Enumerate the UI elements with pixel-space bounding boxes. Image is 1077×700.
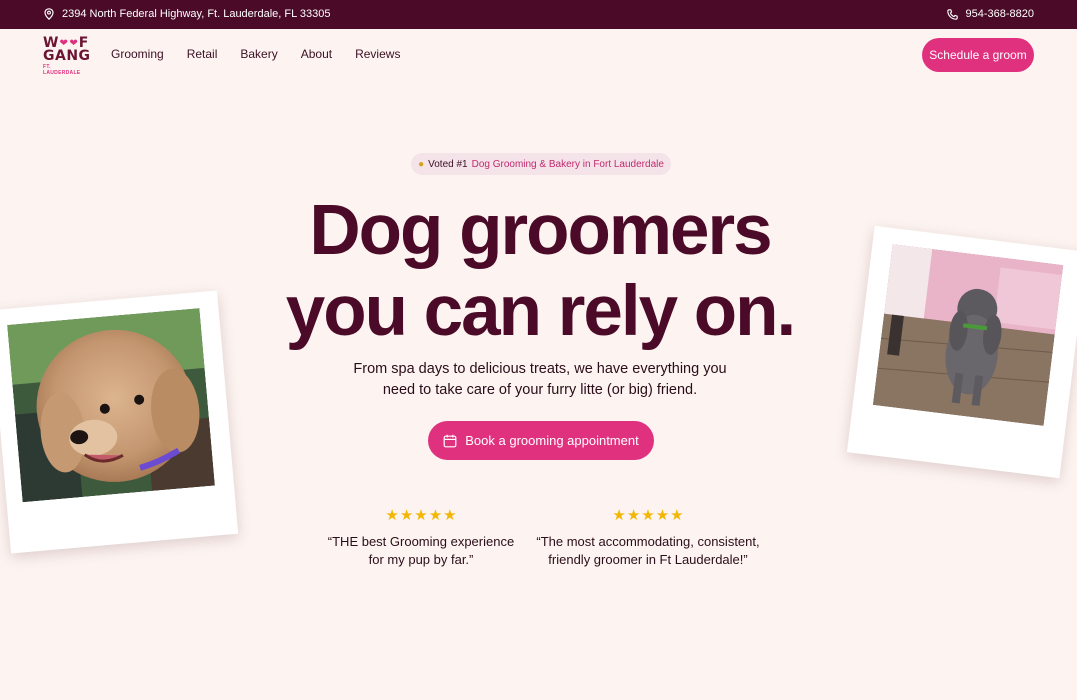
medal-icon: ● bbox=[418, 158, 425, 170]
star-rating: ★ ★ ★ ★ ★ bbox=[533, 508, 763, 524]
subtitle-line2: need to take care of your furry litte (o… bbox=[382, 382, 698, 398]
headline-line2: you can rely on. bbox=[285, 272, 797, 351]
hero-subtitle: From spa days to delicious treats, we ha… bbox=[340, 359, 740, 401]
star-rating: ★ ★ ★ ★ ★ bbox=[306, 508, 536, 524]
review-quote-line2: for my pup by far.” bbox=[368, 552, 474, 567]
subtitle-line1: From spa days to delicious treats, we ha… bbox=[353, 361, 727, 377]
top-bar: 2394 North Federal Highway, Ft. Lauderda… bbox=[0, 0, 1077, 29]
badge-place-text: Dog Grooming & Bakery in Fort Lauderdale bbox=[471, 158, 664, 170]
nav-item-grooming[interactable]: Grooming bbox=[111, 47, 164, 61]
star-icon: ★ bbox=[612, 507, 626, 524]
nav-item-bakery[interactable]: Bakery bbox=[240, 47, 277, 61]
address-text: 2394 North Federal Highway, Ft. Lauderda… bbox=[62, 8, 331, 20]
dog-photo-polaroid-left bbox=[0, 290, 239, 554]
schedule-groom-button[interactable]: Schedule a groom bbox=[922, 38, 1034, 72]
location-pin-icon bbox=[44, 8, 54, 20]
phone-icon bbox=[947, 8, 959, 20]
star-icon: ★ bbox=[626, 507, 641, 524]
badge-voted-text: Voted #1 bbox=[428, 158, 468, 170]
logo-line2: GANG bbox=[43, 48, 91, 64]
star-icon: ★ bbox=[414, 507, 428, 524]
nav-item-retail[interactable]: Retail bbox=[187, 47, 218, 61]
book-appointment-button[interactable]: Book a grooming appointment bbox=[428, 421, 654, 460]
phone-link[interactable]: 954-368-8820 bbox=[947, 8, 1034, 20]
logo[interactable]: W ❤ ❤ F GANG FT. LAUDERDALE bbox=[43, 36, 91, 76]
review-quote-line1: “THE best Grooming experience bbox=[327, 534, 515, 549]
review-card: ★ ★ ★ ★ ★ “The most accommodating, consi… bbox=[533, 508, 763, 569]
logo-line3: FT. LAUDERDALE bbox=[43, 64, 81, 76]
star-icon: ★ bbox=[385, 507, 399, 524]
review-card: ★ ★ ★ ★ ★ “THE best Grooming experience … bbox=[306, 508, 536, 569]
phone-text: 954-368-8820 bbox=[965, 8, 1034, 20]
voted-badge: ● Voted #1 Dog Grooming & Bakery in Fort… bbox=[411, 153, 671, 175]
review-quote-line2: friendly groomer in Ft Lauderdale!” bbox=[548, 552, 748, 567]
dog-photo-left bbox=[7, 308, 215, 503]
star-icon: ★ bbox=[641, 507, 655, 524]
address[interactable]: 2394 North Federal Highway, Ft. Lauderda… bbox=[44, 8, 330, 20]
dog-photo-polaroid-right bbox=[846, 225, 1077, 479]
star-icon: ★ bbox=[399, 507, 414, 524]
nav-item-about[interactable]: About bbox=[301, 47, 332, 61]
calendar-icon bbox=[443, 434, 457, 447]
book-appointment-label: Book a grooming appointment bbox=[465, 433, 639, 448]
headline-line1: Dog groomers bbox=[309, 191, 772, 270]
hero-headline: Dog groomers you can rely on. bbox=[240, 190, 840, 352]
main-nav: Grooming Retail Bakery About Reviews bbox=[111, 47, 400, 61]
review-quote: “The most accommodating, consistent, fri… bbox=[533, 533, 763, 569]
nav-item-reviews[interactable]: Reviews bbox=[355, 47, 400, 61]
star-icon: ★ bbox=[670, 507, 684, 524]
star-icon: ★ bbox=[428, 507, 443, 524]
review-quote-line1: “The most accommodating, consistent, bbox=[536, 534, 760, 549]
review-quote: “THE best Grooming experience for my pup… bbox=[306, 533, 536, 569]
dog-photo-right bbox=[872, 244, 1064, 426]
star-icon: ★ bbox=[655, 507, 670, 524]
star-icon: ★ bbox=[443, 507, 457, 524]
